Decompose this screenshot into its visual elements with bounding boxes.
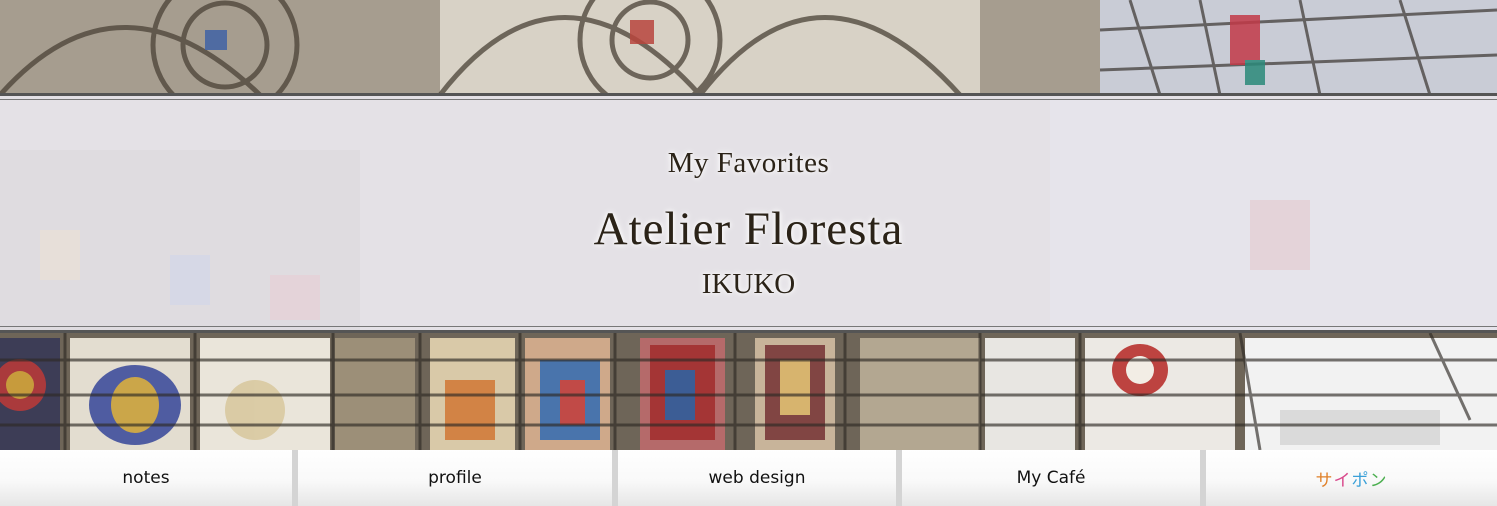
nav-item-web-design[interactable]: web design — [618, 450, 902, 506]
title-rule-bottom — [0, 330, 1497, 333]
title-rule-bottom-thin — [0, 326, 1497, 327]
nav-item-label: profile — [428, 468, 482, 488]
nav-item-label: My Café — [1016, 468, 1086, 488]
title-rule-top — [0, 93, 1497, 96]
site-heading: My Favorites Atelier Floresta IKUKO — [0, 100, 1497, 326]
nav-item-notes[interactable]: notes — [0, 450, 298, 506]
nav-item-label: notes — [122, 468, 170, 488]
nav-item-my-cafe[interactable]: My Café — [902, 450, 1206, 506]
saipon-char: イ — [1333, 470, 1352, 491]
site-author: IKUKO — [701, 268, 796, 300]
saipon-char: ン — [1369, 470, 1388, 491]
site-tagline: My Favorites — [667, 147, 830, 179]
nav-item-label: web design — [708, 468, 806, 488]
nav-item-label-saipon: サイポン — [1316, 466, 1388, 491]
saipon-char: ポ — [1351, 470, 1370, 491]
site-title[interactable]: Atelier Floresta — [0, 202, 1497, 256]
saipon-char: サ — [1315, 470, 1334, 491]
main-navigation: notes profile web design My Café サイポン — [0, 450, 1497, 506]
nav-item-profile[interactable]: profile — [298, 450, 618, 506]
header-banner: My Favorites Atelier Floresta IKUKO — [0, 0, 1497, 450]
nav-item-saipon[interactable]: サイポン — [1206, 450, 1497, 506]
